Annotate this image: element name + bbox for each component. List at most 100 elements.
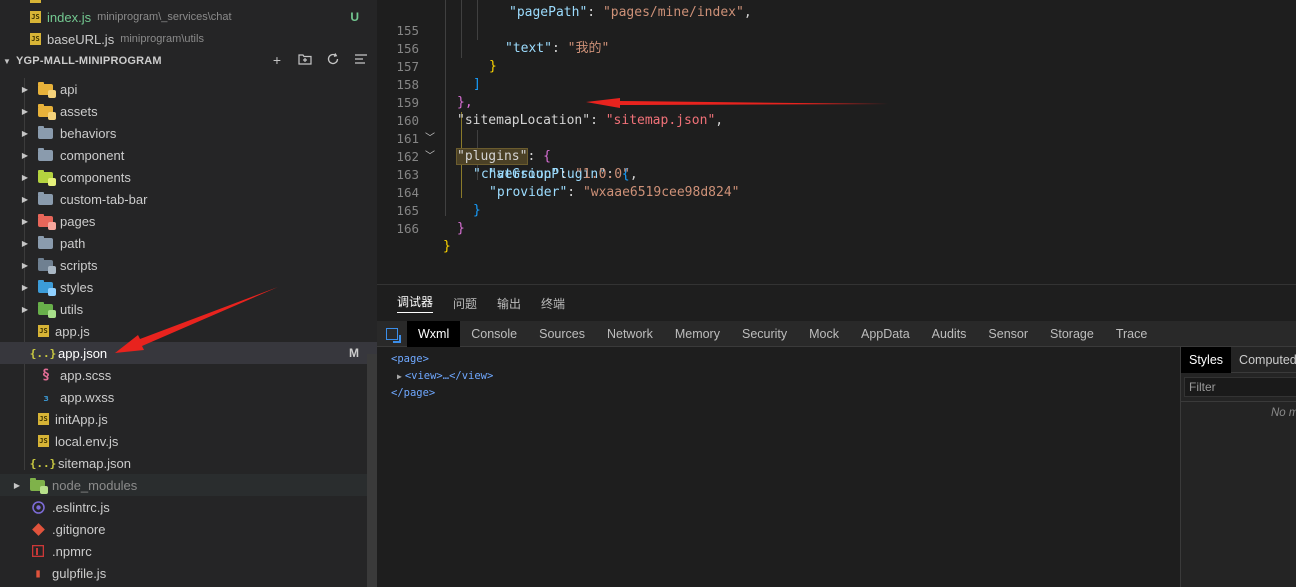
devtools-tab-audits[interactable]: Audits — [921, 321, 978, 347]
explorer-sidebar: JS JS index.js miniprogram\_services\cha… — [0, 0, 377, 587]
code-line-159: 159 "sitemapLocation": "sitemap.json", — [377, 76, 1296, 128]
sidebar-scrollbar[interactable] — [367, 354, 377, 587]
git-status-untracked: U — [350, 10, 359, 24]
open-editor-name: baseURL.js — [47, 31, 115, 47]
css-file-icon: ₃ — [42, 389, 50, 405]
tree-folder-components[interactable]: ▶ components — [0, 166, 367, 188]
devtools-tab-storage[interactable]: Storage — [1039, 321, 1105, 347]
devtools-tab-security[interactable]: Security — [731, 321, 798, 347]
tree-item-label: .gitignore — [52, 521, 106, 537]
folder-icon — [38, 147, 53, 161]
tree-item-label: custom-tab-bar — [60, 191, 148, 207]
devtools-tab-memory[interactable]: Memory — [664, 321, 731, 347]
json-file-icon: {..} — [29, 456, 57, 470]
tab-terminal[interactable]: 终端 — [541, 295, 565, 312]
tree-folder-behaviors[interactable]: ▶ behaviors — [0, 122, 367, 144]
devtools-tabbar: Wxml Console Sources Network Memory Secu… — [377, 320, 1296, 347]
devtools-tab-mock[interactable]: Mock — [798, 321, 850, 347]
tab-output[interactable]: 输出 — [497, 295, 521, 312]
tree-item-label: initApp.js — [55, 411, 108, 427]
tree-file-app-json[interactable]: {..} app.json M — [0, 342, 377, 364]
tree-folder-styles[interactable]: ▶ styles — [0, 276, 367, 298]
devtools-tab-sources[interactable]: Sources — [528, 321, 596, 347]
open-editor-baseurl-js[interactable]: JS baseURL.js miniprogram\utils — [0, 28, 367, 50]
tree-folder-path[interactable]: ▶ path — [0, 232, 367, 254]
devtools-tab-trace[interactable]: Trace — [1105, 321, 1159, 347]
code-line-161: 161 ﹀ "chatGroupPlugin": { — [377, 112, 1296, 182]
tree-item-label: api — [60, 81, 78, 97]
inspect-element-icon[interactable] — [377, 321, 407, 347]
devtools-tab-appdata[interactable]: AppData — [850, 321, 921, 347]
tree-item-label: pages — [60, 213, 96, 229]
open-editor-path: miniprogram\_services\chat — [97, 11, 232, 23]
tree-file-sitemap-json[interactable]: {..} sitemap.json — [0, 452, 367, 474]
tree-folder-assets[interactable]: ▶ assets — [0, 100, 367, 122]
tree-file-local-env-js[interactable]: JS local.env.js — [0, 430, 367, 452]
tree-item-label: utils — [60, 301, 84, 317]
tab-debugger[interactable]: 调试器 — [397, 293, 434, 313]
tree-folder-api[interactable]: ▶ api — [0, 78, 367, 100]
tree-folder-utils[interactable]: ▶ utils — [0, 298, 367, 320]
tree-item-label: scripts — [60, 257, 98, 273]
chevron-right-icon: ▶ — [21, 304, 29, 314]
tree-item-label: gulpfile.js — [52, 565, 107, 581]
code-line-156: 156 } — [377, 22, 1296, 74]
tree-file-app-js[interactable]: JS app.js — [0, 320, 367, 342]
new-file-icon[interactable]: + — [269, 52, 285, 69]
tree-file-npmrc[interactable]: .npmrc — [0, 540, 367, 562]
tree-folder-node-modules[interactable]: ▶ node_modules — [0, 474, 377, 496]
tree-folder-scripts[interactable]: ▶ scripts — [0, 254, 367, 276]
git-icon — [30, 521, 46, 537]
code-line-162: 162 "version": "1.0.0", — [377, 130, 1296, 182]
devtools-tab-wxml[interactable]: Wxml — [407, 320, 461, 347]
tree-file-app-scss[interactable]: § app.scss — [0, 364, 367, 386]
tree-item-label: local.env.js — [55, 433, 119, 449]
tree-item-label: styles — [60, 279, 94, 295]
tree-item-label: .eslintrc.js — [52, 499, 110, 515]
chevron-right-icon: ▶ — [21, 238, 29, 248]
wxml-node-page-open[interactable]: <page> — [391, 351, 493, 368]
tree-folder-pages[interactable]: ▶ pages — [0, 210, 367, 232]
tab-computed[interactable]: Computed — [1231, 347, 1296, 373]
code-editor[interactable]: "pagePath": "pages/mine/index", 155 "tex… — [377, 0, 1296, 284]
collapse-all-icon[interactable] — [353, 52, 369, 69]
tree-item-label: app.json — [58, 345, 108, 361]
styles-filter-input[interactable] — [1184, 377, 1296, 397]
chevron-right-icon: ▶ — [21, 128, 29, 138]
tree-folder-component[interactable]: ▶ component — [0, 144, 367, 166]
json-file-icon: {..} — [29, 346, 57, 360]
devtools-tab-network[interactable]: Network — [596, 321, 664, 347]
git-status-modified: M — [349, 346, 359, 360]
project-section-header[interactable]: ▼ YGP-MALL-MINIPROGRAM + — [0, 50, 377, 72]
debugger-panel: 调试器 问题 输出 终端 Wxml Console Sources Networ… — [377, 284, 1296, 587]
tab-problems[interactable]: 问题 — [453, 295, 477, 312]
tree-item-label: sitemap.json — [58, 455, 131, 471]
tree-item-label: node_modules — [52, 477, 138, 493]
devtools-tab-sensor[interactable]: Sensor — [977, 321, 1039, 347]
tree-file-initapp-js[interactable]: JS initApp.js — [0, 408, 367, 430]
code-line-165: 165 } — [377, 184, 1296, 236]
new-folder-icon[interactable] — [297, 52, 313, 69]
tab-styles[interactable]: Styles — [1181, 346, 1232, 373]
tree-file-eslintrc[interactable]: .eslintrc.js — [0, 496, 367, 518]
folder-icon — [38, 103, 56, 120]
folder-icon — [38, 257, 56, 274]
line-number: 166 — [396, 221, 419, 236]
tree-item-label: assets — [60, 103, 98, 119]
wxml-node-view[interactable]: ▶ <view>…</view> — [397, 368, 493, 385]
chevron-right-icon: ▶ — [21, 260, 29, 270]
devtools-tab-console[interactable]: Console — [460, 321, 528, 347]
expand-triangle-icon[interactable]: ▶ — [397, 372, 402, 381]
open-editor-index-js[interactable]: JS index.js miniprogram\_services\chat U — [0, 6, 367, 28]
tree-file-gulpfile[interactable]: ▮ gulpfile.js — [0, 562, 367, 584]
js-file-icon: JS — [38, 413, 49, 425]
js-file-icon: JS — [30, 11, 41, 23]
folder-icon — [38, 81, 56, 98]
tree-file-app-wxss[interactable]: ₃ app.wxss — [0, 386, 367, 408]
tree-item-label: path — [60, 235, 86, 251]
styles-pane: Styles Computed No m — [1180, 346, 1296, 587]
eslint-icon — [30, 499, 46, 515]
tree-folder-custom-tab-bar[interactable]: ▶ custom-tab-bar — [0, 188, 367, 210]
refresh-icon[interactable] — [325, 52, 341, 69]
tree-file-gitignore[interactable]: .gitignore — [0, 518, 367, 540]
